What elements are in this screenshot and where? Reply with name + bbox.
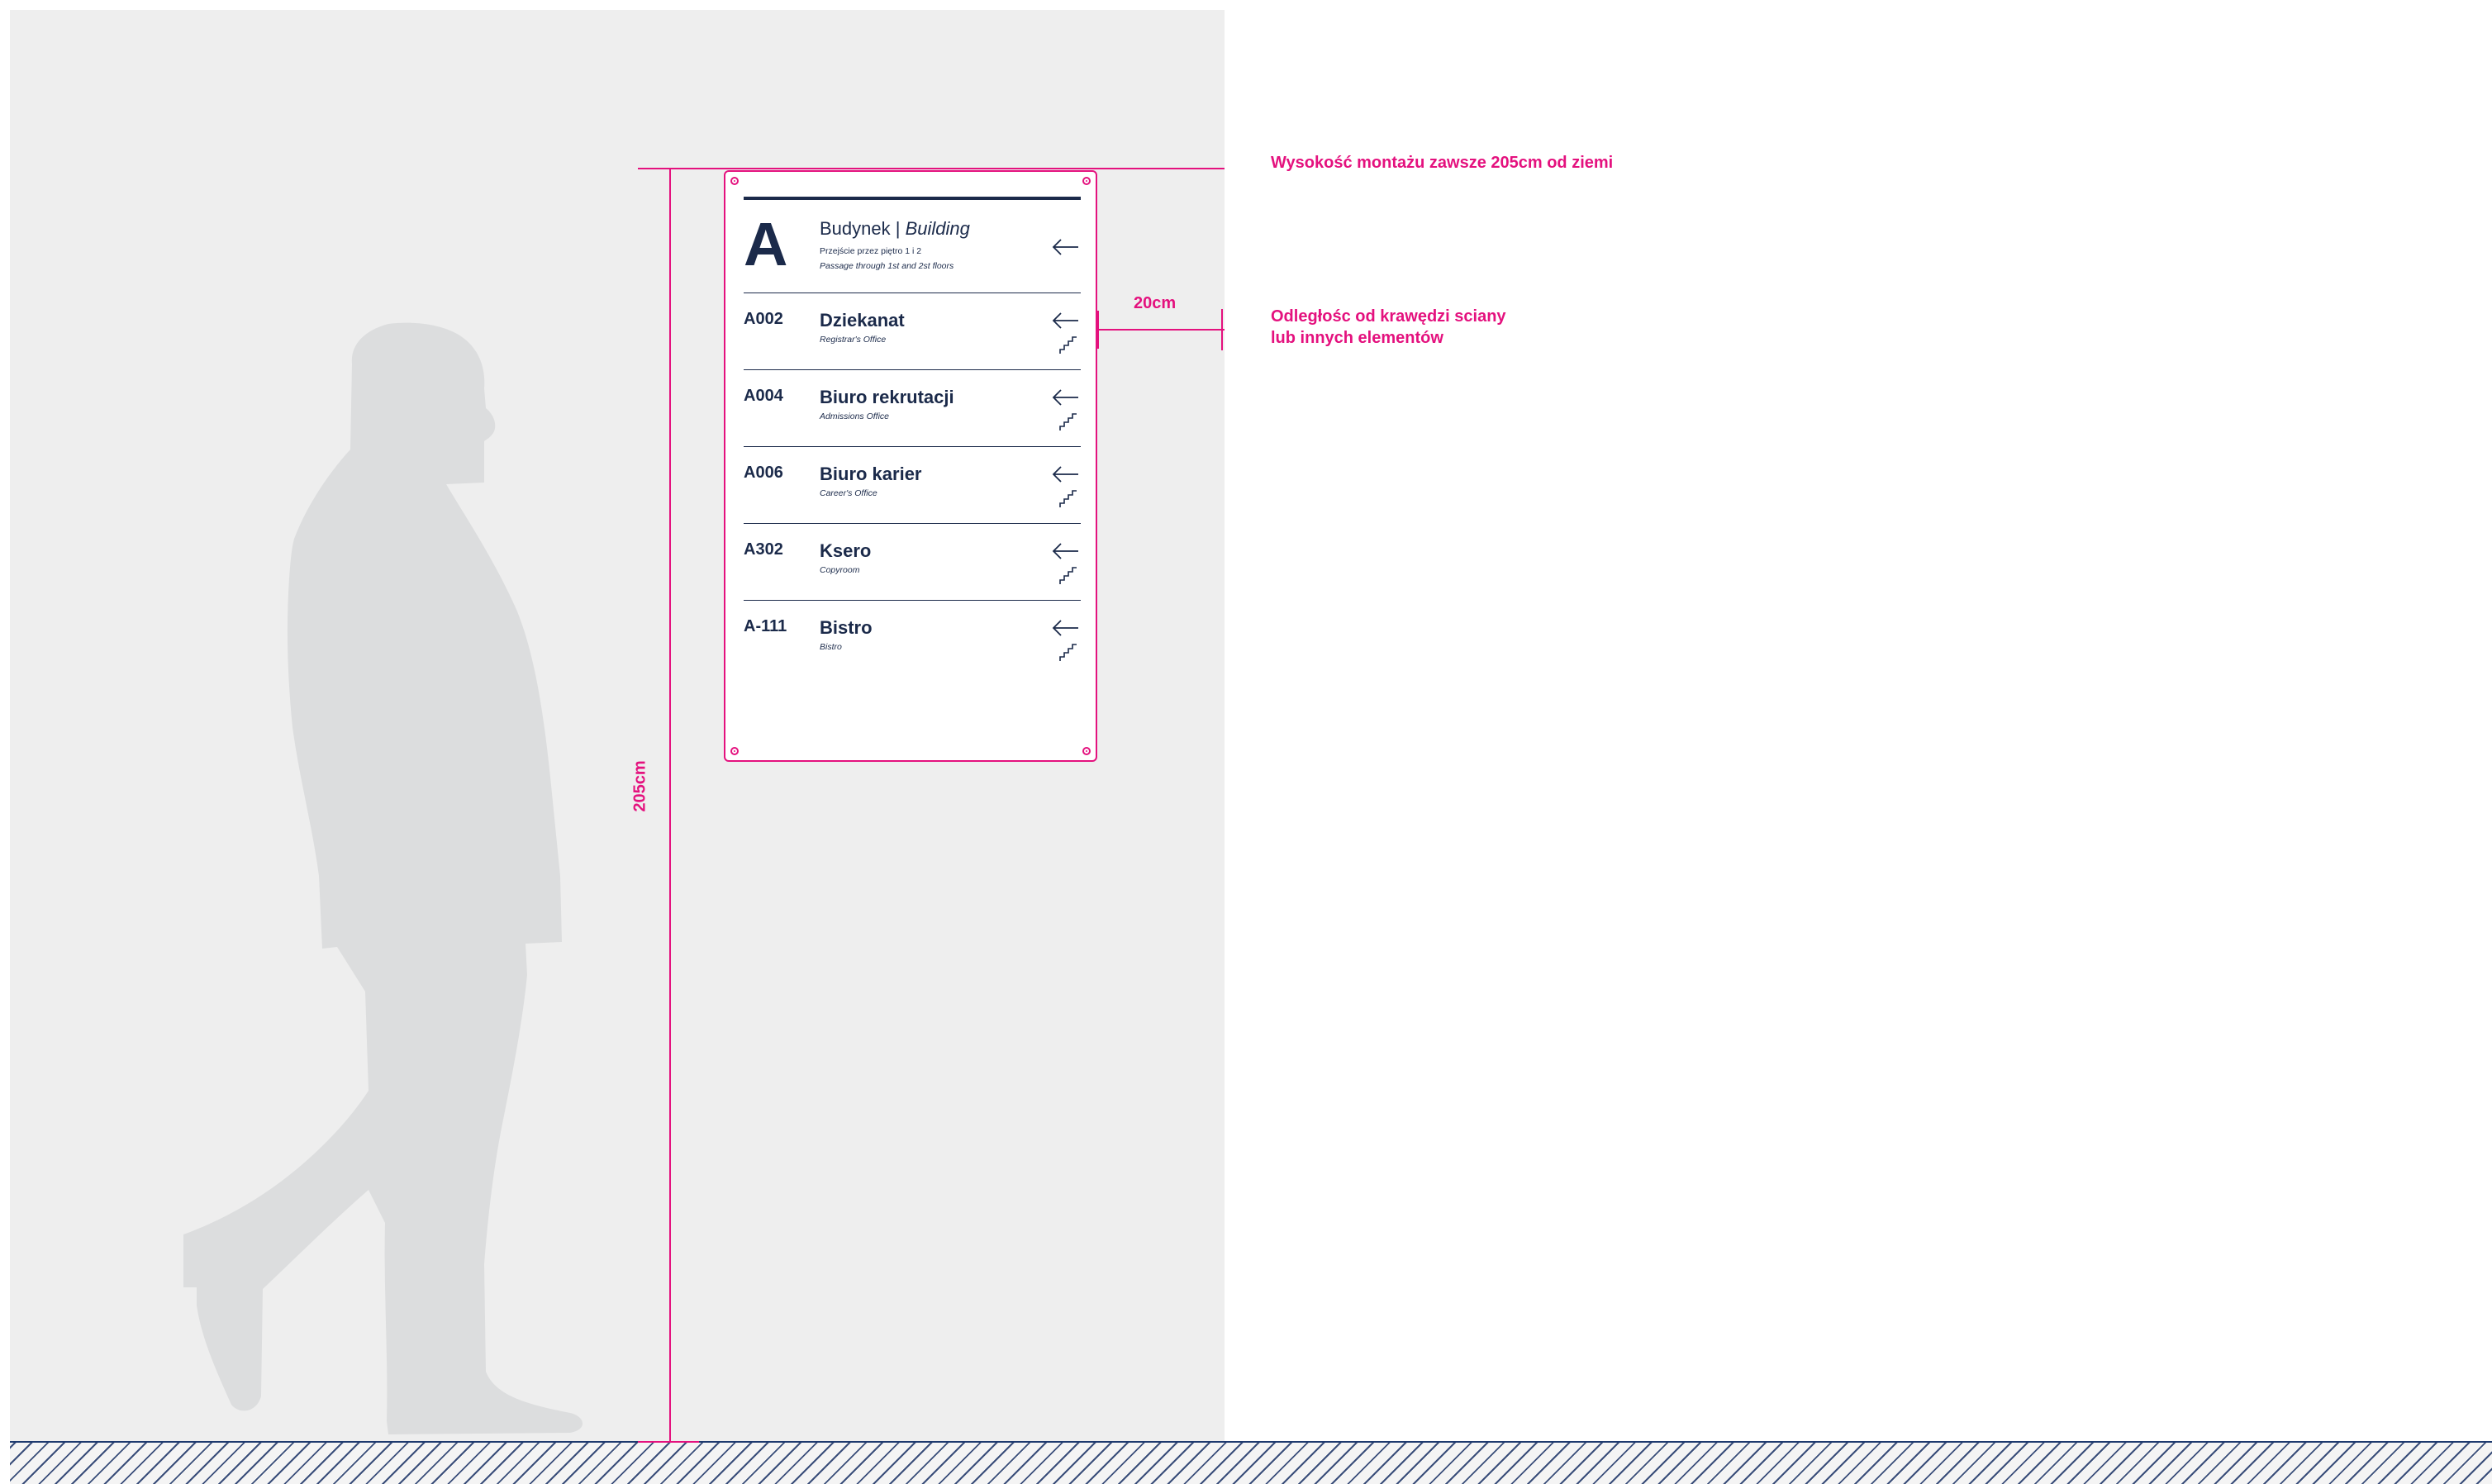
room-subtitle: Bistro [820,642,842,652]
room-number: A-111 [744,617,787,635]
screw-icon [730,177,739,185]
building-subtitle-en: Passage through 1st and 2st floors [820,261,954,271]
arrow-left-icon [1052,312,1078,329]
building-subtitle-pl: Przejście przez piętro 1 i 2 [820,246,922,256]
arrow-left-icon [1052,543,1078,559]
room-name: Biuro rekrutacji [820,387,954,407]
room-number: A002 [744,310,783,328]
directional-sign: A Budynek | Building Przejście przez pię… [724,170,1097,762]
wall-distance-note-line1: Odległośc od krawędzi sciany [1271,307,1506,326]
mount-height-line-top [638,168,1225,169]
vertical-dimension-label: 205cm [630,760,649,812]
stairs-icon [1059,490,1077,507]
room-subtitle: Admissions Office [820,411,890,421]
room-subtitle: Copyroom [820,565,860,575]
room-subtitle: Career's Office [820,488,877,498]
room-subtitle: Registrar's Office [820,335,887,345]
room-number: A302 [744,540,783,559]
building-title: Budynek | Building [820,218,970,240]
sign-row: A002 Dziekanat Registrar's Office [744,293,1081,370]
arrow-left-icon [1052,620,1078,636]
room-name: Biuro karier [820,464,922,484]
wall-distance-tick-left [1097,311,1099,349]
stairs-icon [1059,567,1077,584]
sign-header: A Budynek | Building Przejście przez pię… [744,200,1081,293]
screw-icon [730,747,739,755]
wall-distance-note-line2: lub innych elementów [1271,329,1443,347]
sign-content: A Budynek | Building Przejście przez pię… [744,197,1081,677]
building-title-pl: Budynek | [820,218,906,239]
arrow-left-icon [1052,466,1078,483]
sign-row: A006 Biuro karier Career's Office [744,447,1081,524]
room-name: Bistro [820,617,873,638]
height-dimension-foot [638,1441,699,1443]
mount-height-note: Wysokość montażu zawsze 205cm od ziemi [1271,154,1614,172]
height-dimension-line [669,169,671,1443]
room-name: Ksero [820,540,872,561]
sign-row: A-111 Bistro Bistro [744,601,1081,677]
sign-row: A004 Biuro rekrutacji Admissions Office [744,370,1081,447]
wall-distance-tick-right [1221,309,1223,350]
stairs-icon [1059,644,1077,661]
arrow-left-icon [1052,239,1078,255]
stairs-icon [1059,413,1077,430]
room-name: Dziekanat [820,310,905,331]
stairs-icon [1059,336,1077,354]
screw-icon [1082,177,1091,185]
wall-distance-line [1099,329,1225,331]
building-title-en: Building [905,218,970,239]
horizontal-dimension-label: 20cm [1134,294,1177,312]
building-letter: A [744,210,788,278]
sign-row: A302 Ksero Copyroom [744,524,1081,601]
person-silhouette [183,322,583,1434]
room-number: A004 [744,387,783,405]
screw-icon [1082,747,1091,755]
arrow-left-icon [1052,389,1078,406]
room-number: A006 [744,464,783,482]
